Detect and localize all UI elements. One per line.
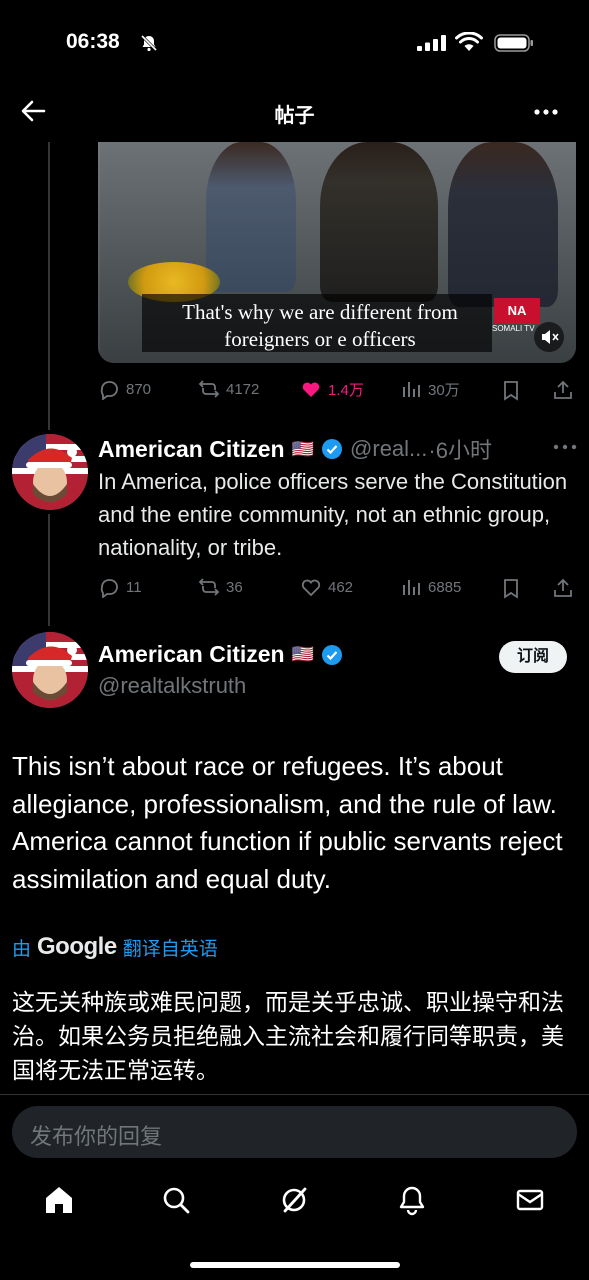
heart-icon xyxy=(301,579,321,597)
more-options-icon[interactable] xyxy=(532,100,560,124)
author-name[interactable]: American Citizen xyxy=(98,641,285,668)
translated-text: 这无关种族或难民问题，而是关乎忠诚、职业操守和法治。如果公务员拒绝融入主流社会和… xyxy=(12,989,564,1083)
views-count: 6885 xyxy=(428,578,462,596)
share-icon[interactable] xyxy=(552,379,574,401)
avatar-image xyxy=(12,632,88,708)
reply-tweet-author-row: American Citizen 🇺🇸 @real... ·6小时 xyxy=(98,433,492,465)
reply-icon xyxy=(100,579,118,598)
home-indicator xyxy=(190,1262,400,1268)
views-action[interactable]: 6885 xyxy=(400,576,461,598)
subscribe-button[interactable]: 订阅 xyxy=(499,641,567,673)
google-logo: Google xyxy=(37,933,117,960)
grok-icon[interactable] xyxy=(278,1184,310,1216)
thread-connector xyxy=(48,142,50,430)
channel-logo: NA xyxy=(494,298,540,324)
translate-suffix: 翻译自英语 xyxy=(122,938,218,960)
channel-logo-sub: SOMALI TV xyxy=(492,324,535,333)
bookmark-icon[interactable] xyxy=(500,379,522,401)
messages-icon[interactable] xyxy=(514,1184,546,1216)
share-icon[interactable] xyxy=(552,577,574,599)
verified-badge-icon xyxy=(322,644,343,665)
search-icon[interactable] xyxy=(160,1184,192,1216)
avatar[interactable] xyxy=(12,434,88,510)
translation-attribution[interactable]: 由 Google 翻译自英语 xyxy=(12,933,218,961)
thread-connector xyxy=(48,514,50,626)
us-flag-icon: 🇺🇸 xyxy=(291,644,315,664)
avatar[interactable] xyxy=(12,632,88,708)
repost-icon xyxy=(198,578,220,596)
main-tweet-author-row: American Citizen 🇺🇸 xyxy=(98,641,343,668)
repost-action[interactable]: 4172 xyxy=(198,378,259,400)
author-handle[interactable]: @real... xyxy=(350,436,427,462)
like-action[interactable]: 462 xyxy=(300,576,353,598)
battery-icon xyxy=(494,34,533,52)
views-bar-icon xyxy=(403,382,420,397)
wifi-icon xyxy=(455,32,483,51)
like-count: 1.4万 xyxy=(328,381,364,399)
home-icon[interactable] xyxy=(43,1184,75,1216)
video-caption-line2: foreigners or e officers xyxy=(224,327,416,351)
views-bar-icon xyxy=(403,580,420,595)
mute-button[interactable] xyxy=(534,322,564,352)
tweet-more-icon[interactable] xyxy=(552,440,578,454)
like-action[interactable]: 1.4万 xyxy=(300,378,364,400)
translate-prefix: 由 xyxy=(12,938,32,960)
bookmark-icon[interactable] xyxy=(500,577,522,599)
reply-action[interactable]: 870 xyxy=(98,378,151,400)
author-handle[interactable]: @realtalkstruth xyxy=(98,673,246,699)
divider xyxy=(0,1094,589,1095)
author-name[interactable]: American Citizen xyxy=(98,436,285,463)
us-flag-icon: 🇺🇸 xyxy=(291,438,315,459)
reply-tweet-text: In America, police officers serve the Co… xyxy=(98,469,568,560)
reply-count: 870 xyxy=(126,380,152,398)
status-time: 06:38 xyxy=(66,30,120,53)
notifications-icon[interactable] xyxy=(396,1184,428,1216)
reply-action[interactable]: 11 xyxy=(98,576,142,598)
like-count: 462 xyxy=(328,578,354,596)
tweet-time: ·6小时 xyxy=(428,438,492,463)
reply-count: 11 xyxy=(126,578,142,596)
speaker-muted-icon xyxy=(542,330,559,344)
reply-placeholder: 发布你的回复 xyxy=(30,1124,163,1149)
repost-icon xyxy=(198,380,220,398)
page-title: 帖子 xyxy=(274,105,315,127)
verified-badge-icon xyxy=(322,439,343,459)
repost-count: 4172 xyxy=(226,380,260,398)
main-tweet-text: This isn’t about race or refugees. It’s … xyxy=(12,751,563,894)
cellular-signal-icon xyxy=(417,35,446,51)
views-count: 30万 xyxy=(428,381,460,399)
bell-muted-icon xyxy=(140,34,158,52)
avatar-image xyxy=(12,434,88,510)
video-caption-line1: That's why we are different from xyxy=(182,300,458,324)
heart-filled-icon xyxy=(302,382,320,397)
repost-action[interactable]: 36 xyxy=(198,576,243,598)
views-action[interactable]: 30万 xyxy=(400,378,460,400)
video-player[interactable]: That's why we are different from foreign… xyxy=(98,142,576,363)
repost-count: 36 xyxy=(226,578,243,596)
reply-icon xyxy=(100,381,118,400)
